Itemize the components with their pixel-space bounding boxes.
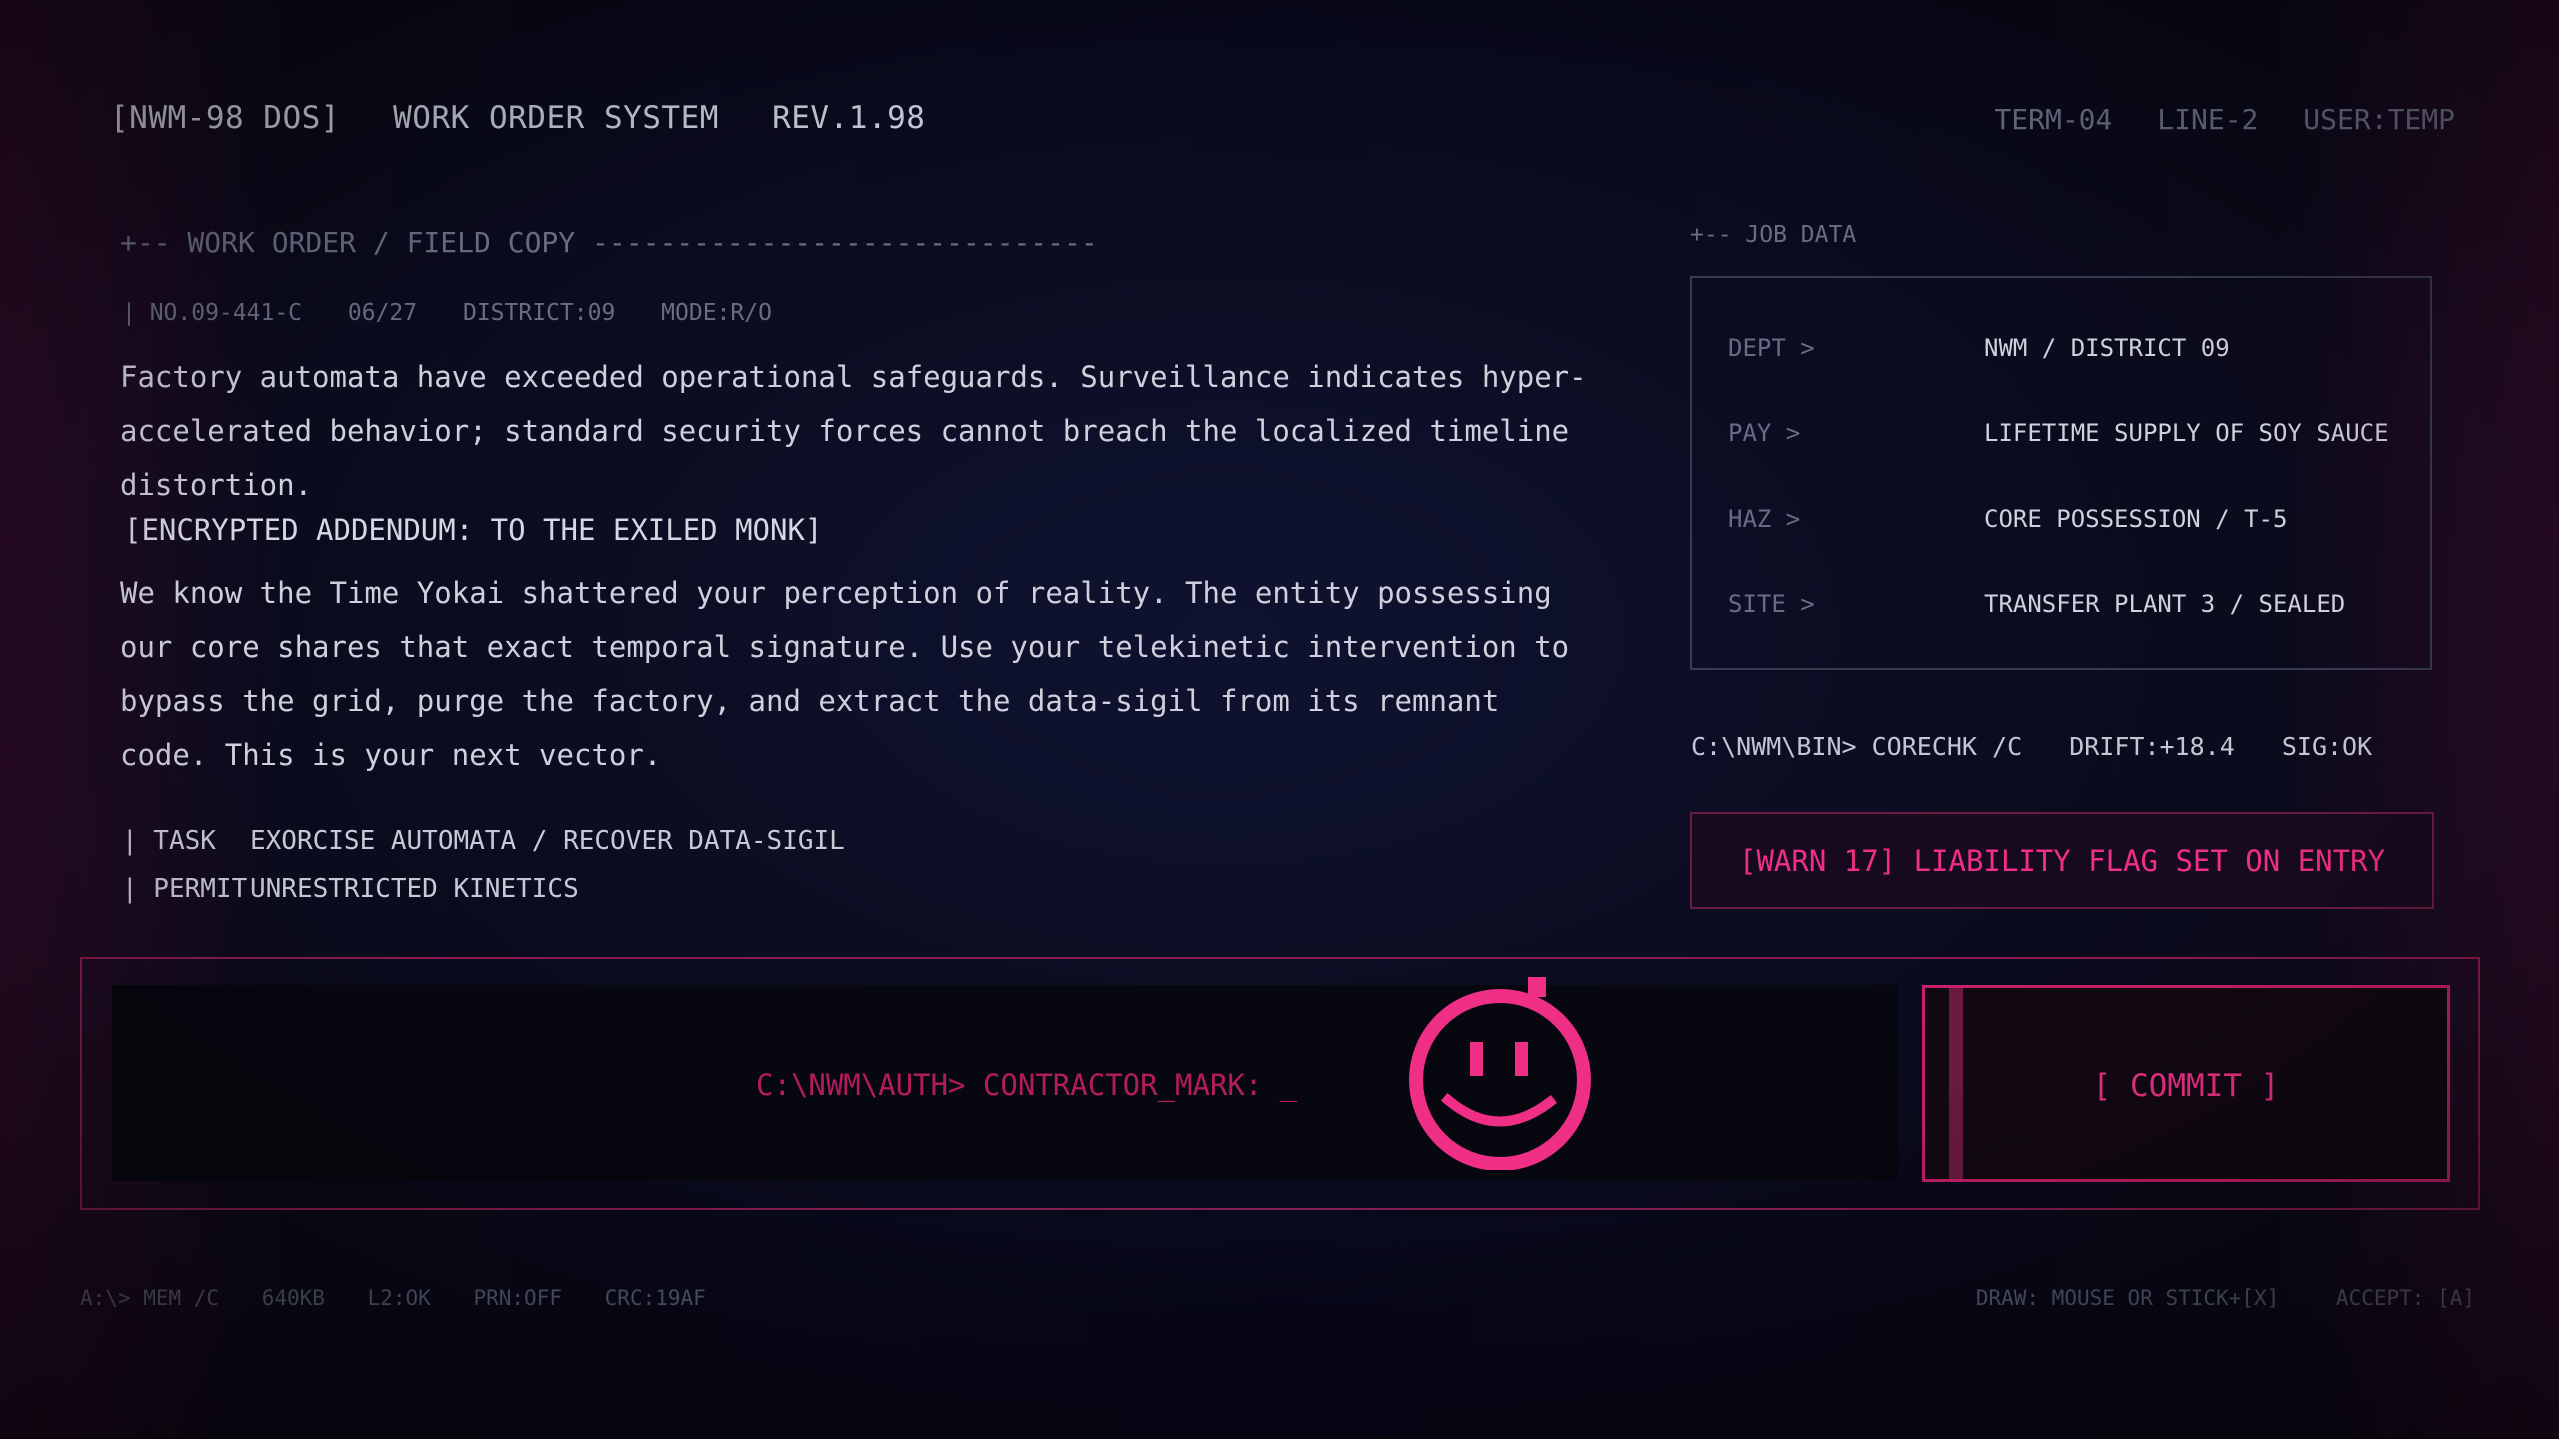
commit-button[interactable]: [ COMMIT ] (1922, 985, 2450, 1182)
job-data-panel: DEPT > NWM / DISTRICT 09 PAY > LIFETIME … (1690, 276, 2432, 670)
printer-status: PRN:OFF (473, 1286, 562, 1310)
system-name: [NWM-98 DOS] (110, 100, 340, 136)
task-value: EXORCISE AUTOMATA / RECOVER DATA-SIGIL (250, 826, 845, 856)
order-date: 06/27 (347, 300, 418, 326)
job-data-label: DEPT > (1728, 334, 1815, 362)
addendum-heading: [ENCRYPTED ADDENDUM: TO THE EXILED MONK] (124, 513, 823, 547)
commit-label: [ COMMIT ] (2092, 1068, 2280, 1104)
permit-value: UNRESTRICTED KINETICS (250, 874, 579, 904)
terminal-status: TERM-04 LINE-2 USER:TEMP (1966, 103, 2455, 136)
user-id: USER:TEMP (2303, 103, 2455, 136)
task-label: | TASK (122, 826, 216, 856)
crc-value: CRC:19AF (604, 1286, 706, 1310)
job-data-label: SITE > (1728, 590, 1815, 618)
drift-readout: DRIFT:+18.4 (2069, 732, 2235, 761)
job-data-value: CORE POSSESSION / T-5 (1984, 505, 2288, 533)
signal-status: SIG:OK (2281, 732, 2373, 761)
contractor-mark-prompt: C:\NWM\AUTH> CONTRACTOR_MARK: _ (756, 1068, 1298, 1102)
liability-warning: [WARN 17] LIABILITY FLAG SET ON ENTRY (1690, 812, 2434, 909)
control-hints: DRAW: MOUSE OR STICK+[X] ACCEPT: [A] (1932, 1286, 2475, 1310)
line-id: LINE-2 (2157, 103, 2259, 136)
core-check-command: C:\NWM\BIN> CORECHK /C DRIFT:+18.4 SIG:O… (1691, 732, 2404, 761)
terminal-id: TERM-04 (1994, 103, 2113, 136)
job-data-title: +-- JOB DATA (1690, 222, 1857, 248)
job-data-label: PAY > (1728, 419, 1801, 447)
memory-size: 640KB (261, 1286, 325, 1310)
l2-status: L2:OK (367, 1286, 431, 1310)
job-data-value: LIFETIME SUPPLY OF SOY SAUCE (1984, 419, 2389, 447)
warning-text: [WARN 17] LIABILITY FLAG SET ON ENTRY (1738, 843, 2385, 878)
order-mode: MODE:R/O (661, 300, 772, 326)
command-prompt: C:\NWM\BIN> CORECHK /C (1691, 732, 2023, 761)
title-bar: [NWM-98 DOS] WORK ORDER SYSTEM REV.1.98 (110, 100, 959, 136)
mem-command: A:\> MEM /C (80, 1286, 220, 1310)
smiley-signature-drawing (1409, 977, 1591, 1170)
job-data-value: NWM / DISTRICT 09 (1984, 334, 2230, 362)
permit-label: | PERMIT (122, 874, 248, 904)
app-title: WORK ORDER SYSTEM (393, 100, 719, 136)
order-number: | NO.09-441-C (122, 300, 303, 326)
permit-line: | PERMIT UNRESTRICTED KINETICS (122, 874, 579, 904)
addendum-text: We know the Time Yokai shattered your pe… (120, 576, 1570, 772)
order-description: Factory automata have exceeded operation… (120, 360, 1587, 502)
job-data-value: TRANSFER PLANT 3 / SEALED (1984, 590, 2346, 618)
job-data-label: HAZ > (1728, 505, 1801, 533)
revision: REV.1.98 (772, 100, 926, 136)
order-district: DISTRICT:09 (462, 300, 616, 326)
draw-hint: DRAW: MOUSE OR STICK+[X] (1975, 1286, 2280, 1310)
task-line: | TASK EXORCISE AUTOMATA / RECOVER DATA-S… (122, 826, 845, 856)
work-order-section-title: +-- WORK ORDER / FIELD COPY ------------… (120, 226, 1098, 259)
system-status-footer: A:\> MEM /C 640KB L2:OK PRN:OFF CRC:19AF (80, 1286, 736, 1310)
work-order-meta: | NO.09-441-C 06/27 DISTRICT:09 MODE:R/O (122, 300, 804, 326)
accept-hint: ACCEPT: [A] (2335, 1286, 2475, 1310)
